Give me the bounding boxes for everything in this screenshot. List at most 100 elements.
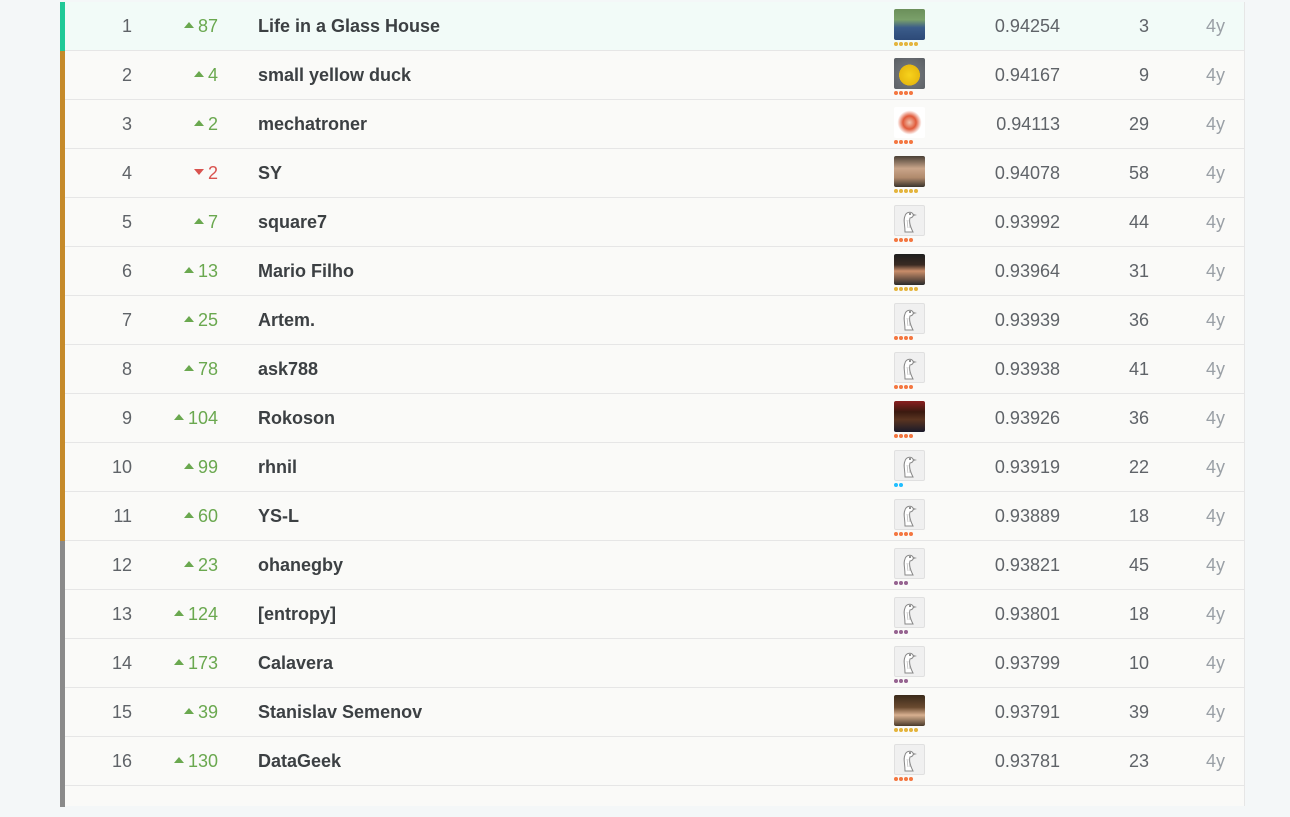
team-name-link[interactable]: ohanegby	[258, 541, 858, 590]
leaderboard-row[interactable]: 7 25 Artem. 0.93939 36 4y	[60, 296, 1245, 345]
rank: 4	[121, 163, 132, 183]
team-name-link[interactable]: mechatroner	[258, 100, 858, 149]
team-avatar[interactable]	[894, 401, 926, 439]
team-name-link[interactable]: rhnil	[258, 443, 858, 492]
team-name-link[interactable]: small yellow duck	[258, 51, 858, 100]
leaderboard-row[interactable]: 5 7 square7 0.93992 44 4y	[60, 198, 1245, 247]
rank-change-value: 130	[187, 751, 218, 771]
score: 0.93964	[994, 261, 1060, 281]
team-avatar[interactable]	[894, 156, 926, 194]
rank-change: 173	[160, 639, 218, 688]
rank: 16	[111, 751, 132, 771]
arrow-up-icon	[173, 659, 184, 666]
rank: 5	[121, 212, 132, 232]
leaderboard-row[interactable]: 4 2 SY 0.94078 58 4y	[60, 149, 1245, 198]
default-goose-avatar-icon	[894, 303, 925, 334]
tier-dots-icon	[894, 728, 926, 732]
leaderboard-row[interactable]: 16 130 DataGeek 0.93781 23 4y	[60, 737, 1245, 786]
team-name-link[interactable]: [entropy]	[258, 590, 858, 639]
score: 0.93889	[994, 506, 1060, 526]
team-avatar[interactable]	[894, 548, 926, 586]
tier-dots-icon	[894, 238, 926, 242]
entries-count: 58	[1128, 163, 1149, 183]
score: 0.94167	[994, 65, 1060, 85]
rank: 8	[121, 359, 132, 379]
rank: 9	[121, 408, 132, 428]
rank-change: 60	[160, 492, 218, 541]
team-avatar[interactable]	[894, 9, 926, 47]
leaderboard-row[interactable]: 12 23 ohanegby 0.93821 45 4y	[60, 541, 1245, 590]
rank: 12	[111, 555, 132, 575]
rank-change-value: 60	[197, 506, 218, 526]
team-avatar[interactable]	[894, 58, 926, 96]
rank-change: 25	[160, 296, 218, 345]
team-avatar[interactable]	[894, 499, 926, 537]
team-name-link[interactable]: ask788	[258, 345, 858, 394]
user-avatar	[894, 695, 925, 726]
leaderboard-row[interactable]: 10 99 rhnil 0.93919 22 4y	[60, 443, 1245, 492]
team-avatar[interactable]	[894, 107, 926, 145]
team-avatar[interactable]	[894, 597, 926, 635]
leaderboard-row[interactable]: 8 78 ask788 0.93938 41 4y	[60, 345, 1245, 394]
team-name-link[interactable]: Calavera	[258, 639, 858, 688]
entries-count: 3	[1138, 16, 1149, 36]
leaderboard-row[interactable]: 2 4 small yellow duck 0.94167 9 4y	[60, 51, 1245, 100]
team-avatar[interactable]	[894, 695, 926, 733]
rank-change-value: 25	[197, 310, 218, 330]
tier-dots-icon	[894, 434, 926, 438]
rank-change-value: 7	[207, 212, 218, 232]
team-name-link[interactable]: DataGeek	[258, 737, 858, 786]
team-avatar[interactable]	[894, 303, 926, 341]
rank-change-value: 173	[187, 653, 218, 673]
team-name-link[interactable]: Stanislav Semenov	[258, 688, 858, 737]
leaderboard-row[interactable]: 14 173 Calavera 0.93799 10 4y	[60, 639, 1245, 688]
team-avatar[interactable]	[894, 254, 926, 292]
team-name-link[interactable]: SY	[258, 149, 858, 198]
default-goose-avatar-icon	[894, 352, 925, 383]
leaderboard-table: 1 87 Life in a Glass House 0.94254 3 4y 2 4 smal…	[60, 2, 1245, 807]
rank-change-value: 104	[187, 408, 218, 428]
leaderboard-row[interactable]: 15 39 Stanislav Semenov 0.93791 39 4y	[60, 688, 1245, 737]
leaderboard-row[interactable]: 6 13 Mario Filho 0.93964 31 4y	[60, 247, 1245, 296]
medal-bar	[60, 394, 65, 443]
rank: 10	[111, 457, 132, 477]
rank-change: 23	[160, 541, 218, 590]
last-submission: 4y	[1205, 65, 1225, 85]
tier-dots-icon	[894, 336, 926, 340]
rank-change: 13	[160, 247, 218, 296]
team-avatar[interactable]	[894, 450, 926, 488]
arrow-up-icon	[183, 463, 194, 470]
medal-bar	[60, 2, 65, 51]
team-name-link[interactable]: Life in a Glass House	[258, 2, 858, 51]
arrow-up-icon	[173, 757, 184, 764]
leaderboard-row[interactable]: 11 60 YS-L 0.93889 18 4y	[60, 492, 1245, 541]
last-submission: 4y	[1205, 16, 1225, 36]
medal-bar	[60, 590, 65, 639]
team-name-link[interactable]: Artem.	[258, 296, 858, 345]
default-goose-avatar-icon	[894, 597, 925, 628]
team-name-link[interactable]: square7	[258, 198, 858, 247]
team-avatar[interactable]	[894, 352, 926, 390]
team-name-link[interactable]: Mario Filho	[258, 247, 858, 296]
team-avatar[interactable]	[894, 646, 926, 684]
arrow-up-icon	[183, 316, 194, 323]
tier-dots-icon	[894, 532, 926, 536]
last-submission: 4y	[1205, 604, 1225, 624]
rank-change-value: 78	[197, 359, 218, 379]
leaderboard-row[interactable]: 1 87 Life in a Glass House 0.94254 3 4y	[60, 2, 1245, 51]
team-avatar[interactable]	[894, 744, 926, 782]
leaderboard-row[interactable]: 13 124 [entropy] 0.93801 18 4y	[60, 590, 1245, 639]
team-avatar[interactable]	[894, 205, 926, 243]
user-avatar	[894, 9, 925, 40]
leaderboard-row[interactable]: 9 104 Rokoson 0.93926 36 4y	[60, 394, 1245, 443]
leaderboard-row[interactable]: 3 2 mechatroner 0.94113 29 4y	[60, 100, 1245, 149]
team-name-link[interactable]: Rokoson	[258, 394, 858, 443]
score: 0.93799	[994, 653, 1060, 673]
medal-bar	[60, 492, 65, 541]
medal-bar	[60, 247, 65, 296]
rank-change: 78	[160, 345, 218, 394]
arrow-up-icon	[183, 22, 194, 29]
rank-change-value: 23	[197, 555, 218, 575]
tier-dots-icon	[894, 91, 926, 95]
team-name-link[interactable]: YS-L	[258, 492, 858, 541]
